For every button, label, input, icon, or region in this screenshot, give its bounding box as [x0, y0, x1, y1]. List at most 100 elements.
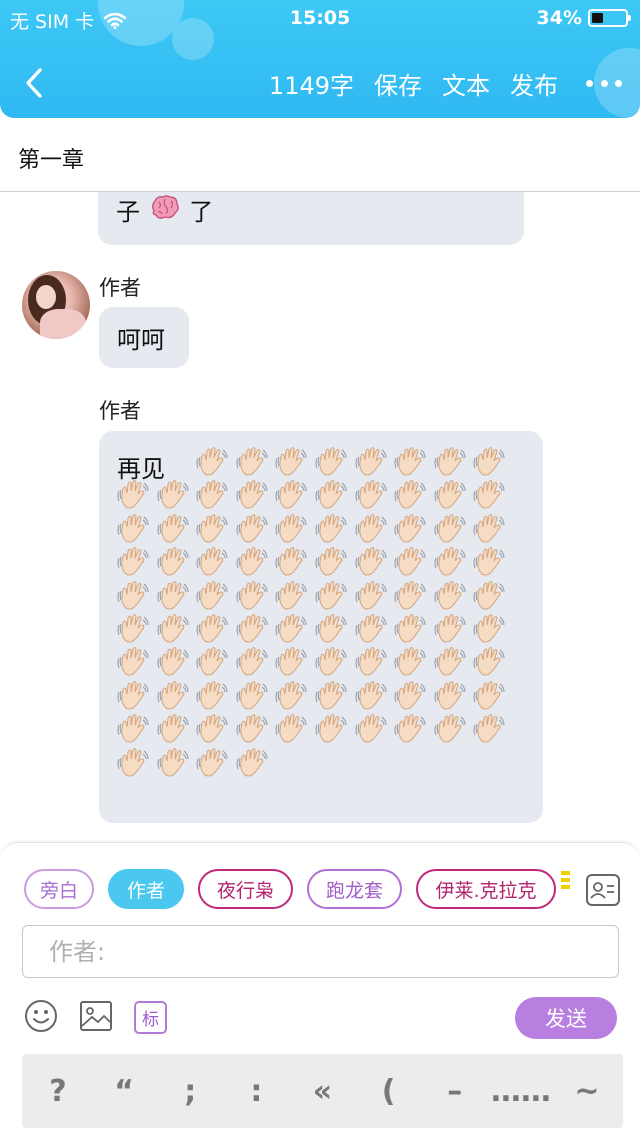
waving-hand-emoji-icon [434, 478, 468, 510]
waving-hand-emoji-icon [394, 679, 428, 711]
waving-hand-emoji-icon [355, 712, 389, 744]
chat-area[interactable]: 子 了 作者 呵呵 作者 再见 [0, 192, 640, 842]
image-icon[interactable] [79, 999, 113, 1033]
waving-hand-emoji-icon [473, 579, 507, 611]
waving-hand-emoji-icon [275, 445, 309, 477]
waving-hand-emoji-icon [157, 545, 191, 577]
publish-button[interactable]: 发布 [510, 66, 558, 101]
waving-hand-emoji-icon [315, 478, 349, 510]
waving-hand-emoji-icon [157, 645, 191, 677]
top-header: 无 SIM 卡 15:05 34% 1149字 保存 文本 发布 [0, 0, 640, 118]
speaker-label: 作者 [99, 276, 141, 300]
text-button[interactable]: 文本 [442, 66, 490, 101]
punctuation-key[interactable]: « [301, 1066, 345, 1116]
waving-hand-emoji-icon [157, 579, 191, 611]
chapter-bar: 第一章 [0, 118, 640, 192]
waving-hand-emoji-icon [236, 612, 270, 644]
emoji-icon[interactable] [24, 999, 58, 1033]
waving-hand-emoji-icon [275, 478, 309, 510]
waving-hand-emoji-icon [117, 545, 151, 577]
message-bubble-previous[interactable]: 子 了 [98, 192, 524, 245]
waving-hand-emoji-icon [355, 579, 389, 611]
waving-hand-emoji-icon [394, 579, 428, 611]
punctuation-key[interactable]: …… [491, 1066, 551, 1116]
waving-hand-emoji-icon [473, 612, 507, 644]
waving-hand-emoji-icon [275, 645, 309, 677]
waving-hand-emoji-icon [355, 645, 389, 677]
waving-hand-emoji-icon [196, 712, 230, 744]
more-icon[interactable] [586, 74, 622, 94]
punctuation-key[interactable]: : [234, 1066, 278, 1116]
waving-hand-emoji-icon [157, 512, 191, 544]
punctuation-key[interactable]: – [433, 1066, 477, 1116]
waving-hand-emoji-icon [117, 478, 151, 510]
waving-hand-emoji-icon [117, 746, 151, 778]
character-chip-night-owl[interactable]: 夜行枭 [198, 869, 293, 909]
word-count: 1149字 [268, 72, 354, 100]
waving-hand-emoji-icon [117, 645, 151, 677]
waving-hand-emoji-icon [157, 746, 191, 778]
waving-hand-emoji-icon [117, 679, 151, 711]
waving-hand-emoji-icon [196, 579, 230, 611]
waving-hand-emoji-icon [315, 679, 349, 711]
waving-hand-emoji-icon [196, 445, 230, 477]
punctuation-key[interactable]: ; [168, 1066, 212, 1116]
waving-hand-emoji-icon [473, 478, 507, 510]
waving-hand-emoji-icon [315, 579, 349, 611]
waving-hand-emoji-icon [275, 545, 309, 577]
battery-percent: 34% [536, 7, 582, 29]
waving-hand-emoji-icon [275, 679, 309, 711]
message-text: 呵呵 [117, 326, 165, 354]
chapter-title[interactable]: 第一章 [18, 142, 84, 174]
character-chip-extra[interactable]: 跑龙套 [307, 869, 402, 909]
waving-hand-emoji-icon [473, 645, 507, 677]
waving-hand-emoji-icon [434, 645, 468, 677]
waving-hand-emoji-icon [434, 712, 468, 744]
punctuation-key[interactable]: ( [367, 1066, 411, 1116]
punctuation-key[interactable]: ~ [565, 1066, 609, 1116]
message-bubble[interactable]: 呵呵 [99, 307, 189, 368]
waving-hand-emoji-icon [275, 579, 309, 611]
character-chip-author[interactable]: 作者 [108, 869, 184, 909]
save-button[interactable]: 保存 [374, 66, 422, 101]
waving-hand-emoji-icon [236, 679, 270, 711]
waving-hand-emoji-icon [394, 545, 428, 577]
waving-hand-emoji-icon [315, 645, 349, 677]
waving-hand-emoji-icon [434, 612, 468, 644]
chevron-left-icon [26, 68, 42, 98]
previous-message-end: 了 [189, 198, 214, 226]
back-button[interactable] [18, 66, 52, 100]
waving-hand-emoji-icon [434, 579, 468, 611]
nav-actions: 1149字 保存 文本 发布 [249, 66, 622, 101]
author-avatar[interactable] [22, 271, 90, 339]
status-bar: 无 SIM 卡 15:05 34% [0, 0, 640, 36]
waving-hand-emoji-icon [394, 478, 428, 510]
character-manage-icon[interactable] [586, 874, 620, 906]
send-button[interactable]: 发送 [515, 997, 617, 1039]
status-right: 34% [536, 7, 631, 29]
punctuation-key[interactable]: “ [102, 1066, 146, 1116]
waving-hand-emoji-icon [196, 679, 230, 711]
waving-hand-emoji-icon [196, 645, 230, 677]
waving-hand-emoji-icon [434, 545, 468, 577]
waving-hand-emoji-icon [117, 612, 151, 644]
waving-hand-emoji-icon [117, 579, 151, 611]
waving-hand-emoji-icon [355, 679, 389, 711]
waving-hand-emoji-icon [117, 712, 151, 744]
waving-hand-emoji-icon [117, 512, 151, 544]
character-chip-narrator[interactable]: 旁白 [24, 869, 94, 909]
waving-hand-emoji-icon [236, 746, 270, 778]
tag-button[interactable]: 标 [134, 1001, 167, 1034]
battery-icon [588, 9, 631, 27]
character-chip-eli-clark[interactable]: 伊莱.克拉克 [416, 869, 556, 909]
waving-hand-emoji-icon [315, 445, 349, 477]
waving-hand-emoji-icon [275, 512, 309, 544]
message-bubble[interactable]: 再见 [99, 431, 543, 823]
message-input[interactable] [22, 925, 619, 978]
waving-hand-emoji-icon [196, 746, 230, 778]
waving-hand-emoji-icon [394, 612, 428, 644]
waving-hand-emoji-icon [236, 512, 270, 544]
punctuation-key[interactable]: ? [36, 1066, 80, 1116]
waving-hand-emoji-icon [157, 612, 191, 644]
brain-emoji-icon [150, 195, 180, 231]
